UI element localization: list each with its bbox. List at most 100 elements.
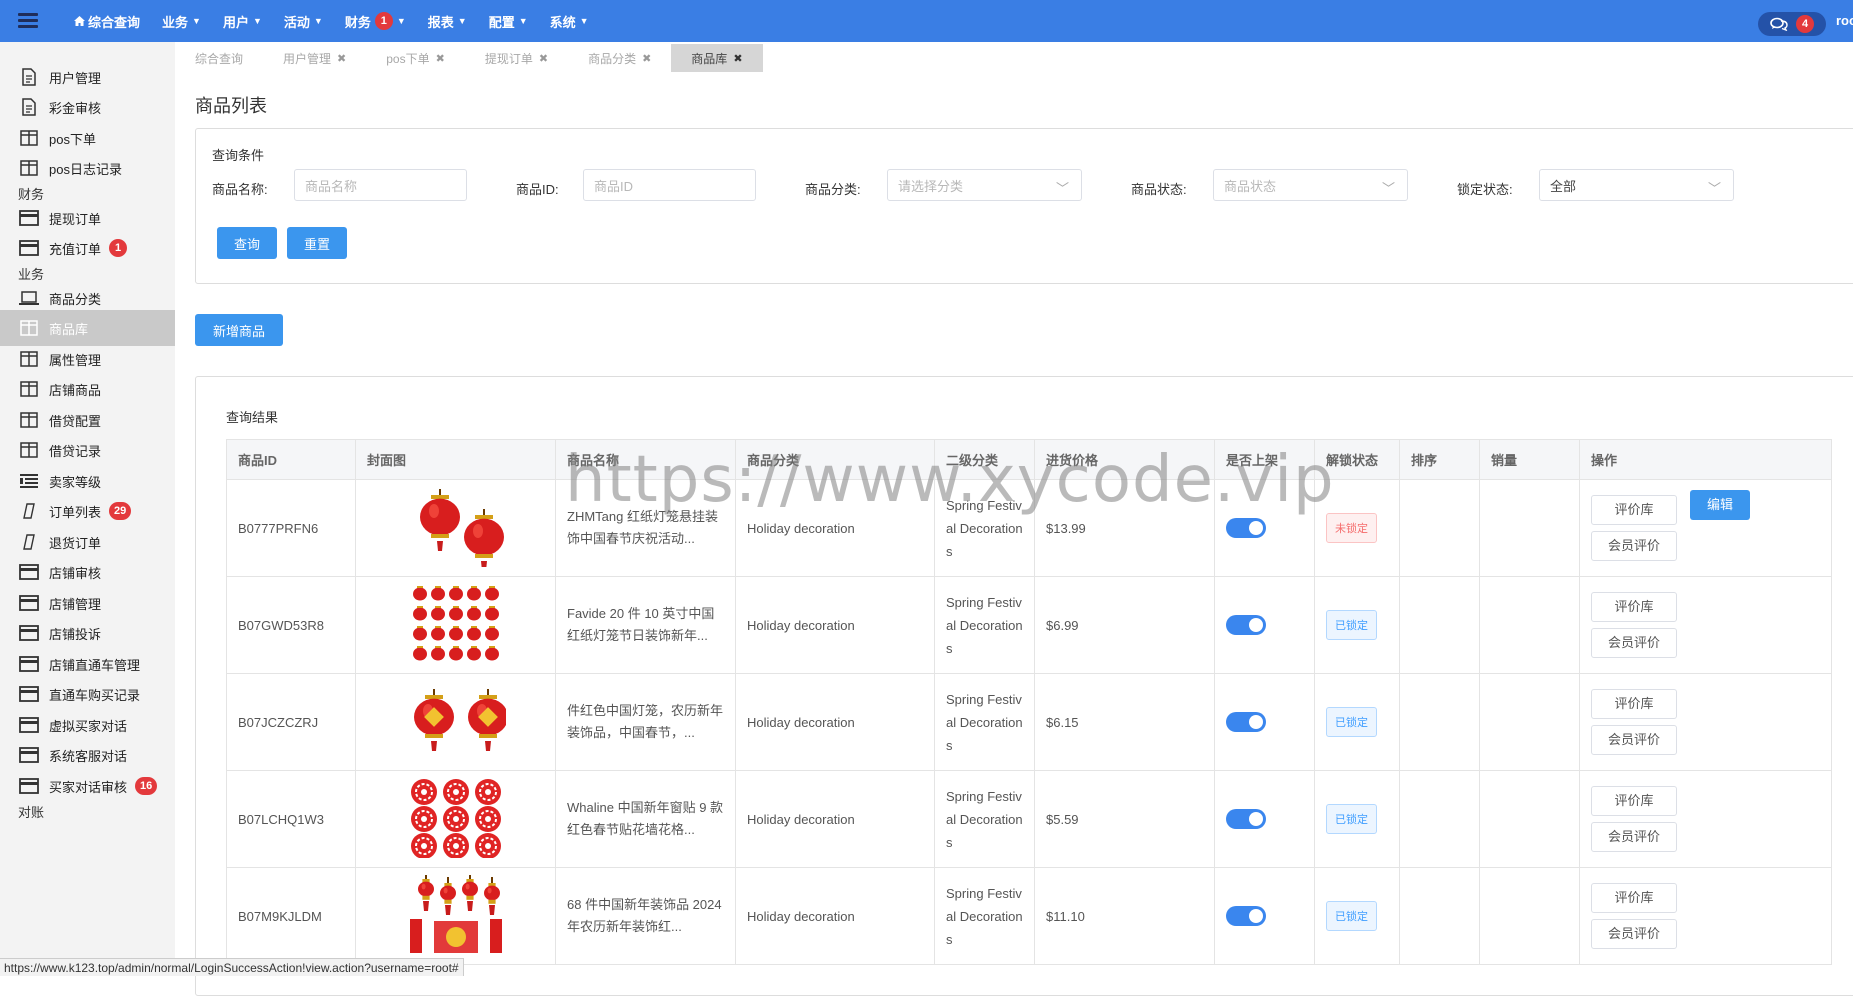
- member-review-button[interactable]: 会员评价: [1591, 531, 1677, 561]
- subcategory-cell: Spring Festival Decorations: [934, 576, 1035, 674]
- lock-status-tag: 已锁定: [1326, 804, 1377, 834]
- close-icon[interactable]: ✖: [436, 52, 445, 65]
- close-icon[interactable]: ✖: [539, 52, 548, 65]
- review-library-button[interactable]: 评价库: [1591, 786, 1677, 816]
- price-cell: $11.10: [1034, 867, 1215, 965]
- laptop-icon: [18, 289, 40, 307]
- card-icon: [18, 655, 40, 673]
- edit-button[interactable]: 编辑: [1690, 490, 1750, 520]
- product-id-input[interactable]: 商品ID: [583, 169, 756, 201]
- nav-item-overview[interactable]: 综合查询: [74, 12, 140, 31]
- card-icon: [18, 209, 40, 227]
- subcategory-text: Spring Festival Decorations: [946, 788, 1023, 850]
- category-cell: Holiday decoration: [735, 673, 935, 771]
- sidebar-item[interactable]: 买家对话审核 16: [0, 768, 175, 804]
- sidebar-item-label: pos下单: [49, 131, 96, 147]
- listed-toggle[interactable]: [1226, 906, 1266, 926]
- page-tab[interactable]: 商品分类 ✖: [568, 44, 671, 72]
- results-title: 查询结果: [226, 410, 279, 425]
- member-review-button[interactable]: 会员评价: [1591, 725, 1677, 755]
- price-cell: $6.15: [1034, 673, 1215, 771]
- nav-item-business[interactable]: 业务 ▼: [162, 12, 201, 31]
- page-tab[interactable]: pos下单 ✖: [366, 44, 465, 72]
- product-name-cell: 件红色中国灯笼，农历新年装饰品，中国春节，...: [555, 673, 736, 771]
- chat-bubbles-icon: [1770, 17, 1788, 31]
- sales-cell: [1479, 576, 1580, 674]
- status-bar-url: https://www.k123.top/admin/normal/LoginS…: [0, 958, 464, 976]
- reset-button[interactable]: 重置: [287, 227, 347, 259]
- lock-status-select[interactable]: 全部 ﹀: [1539, 169, 1734, 201]
- nav-item-finance[interactable]: 财务 1 ▼: [345, 12, 406, 31]
- caret-down-icon: ▼: [579, 16, 589, 26]
- sidebar-item-label: 店铺商品: [49, 382, 102, 398]
- sales-cell: [1479, 479, 1580, 577]
- close-icon[interactable]: ✖: [733, 52, 742, 65]
- member-review-button[interactable]: 会员评价: [1591, 628, 1677, 658]
- sidebar-item[interactable]: pos日志记录: [0, 150, 175, 186]
- review-library-button[interactable]: 评价库: [1591, 592, 1677, 622]
- listed-cell: [1214, 770, 1315, 868]
- close-icon[interactable]: ✖: [337, 52, 346, 65]
- listed-toggle[interactable]: [1226, 615, 1266, 635]
- nav-item-system[interactable]: 系统 ▼: [550, 12, 589, 31]
- sort-cell: [1399, 673, 1480, 771]
- sidebar-item[interactable]: 充值订单 1: [0, 230, 175, 266]
- category-cell: Holiday decoration: [735, 770, 935, 868]
- member-review-button[interactable]: 会员评价: [1591, 919, 1677, 949]
- category-select-value: 请选择分类: [898, 178, 964, 194]
- sort-cell: [1399, 770, 1480, 868]
- sidebar-item-label: 店铺审核: [49, 565, 102, 581]
- messages-badge: 4: [1796, 15, 1814, 33]
- product-name-label: 商品名称:: [212, 182, 268, 197]
- lock-status-cell: 已锁定: [1314, 673, 1400, 771]
- product-category-select[interactable]: 请选择分类 ﹀: [887, 169, 1082, 201]
- nav-item-reports[interactable]: 报表 ▼: [428, 12, 467, 31]
- add-product-button[interactable]: 新增商品: [195, 314, 283, 346]
- review-library-button[interactable]: 评价库: [1591, 689, 1677, 719]
- close-icon[interactable]: ✖: [642, 52, 651, 65]
- product-id-cell: B07M9KJLDM: [226, 867, 356, 965]
- lock-status-cell: 已锁定: [1314, 867, 1400, 965]
- nav-item-label: 财务: [344, 14, 371, 30]
- category-cell: Holiday decoration: [735, 576, 935, 674]
- columns-icon: [18, 159, 40, 177]
- page-tab[interactable]: 用户管理 ✖: [263, 44, 366, 72]
- column-header: 排序: [1399, 439, 1480, 480]
- subcategory-cell: Spring Festival Decorations: [934, 673, 1035, 771]
- lock-status-cell: 已锁定: [1314, 576, 1400, 674]
- menu-toggle-button[interactable]: [0, 0, 56, 42]
- card-icon: [18, 239, 40, 257]
- review-library-button[interactable]: 评价库: [1591, 495, 1677, 525]
- product-id-cell: B07JCZCZRJ: [226, 673, 356, 771]
- listed-toggle[interactable]: [1226, 712, 1266, 732]
- actions-cell: 评价库 会员评价: [1579, 867, 1832, 965]
- nav-item-users[interactable]: 用户 ▼: [223, 12, 262, 31]
- lock-status-tag: 已锁定: [1326, 707, 1377, 737]
- page-tab[interactable]: 商品库 ✖: [671, 44, 763, 72]
- member-review-button[interactable]: 会员评价: [1591, 822, 1677, 852]
- chevron-down-icon: ﹀: [1055, 181, 1069, 196]
- listed-toggle[interactable]: [1226, 518, 1266, 538]
- sort-cell: [1399, 479, 1480, 577]
- subcategory-text: Spring Festival Decorations: [946, 885, 1023, 947]
- product-thumbnail: [367, 778, 544, 861]
- page-tab[interactable]: 综合查询: [175, 44, 263, 72]
- nav-item-config[interactable]: 配置 ▼: [489, 12, 528, 31]
- price-cell: $6.99: [1034, 576, 1215, 674]
- nav-item-activity[interactable]: 活动 ▼: [284, 12, 323, 31]
- search-button[interactable]: 查询: [217, 227, 277, 259]
- sidebar-item-label: 虚拟买家对话: [49, 718, 128, 734]
- product-name-input[interactable]: 商品名称: [294, 169, 467, 201]
- listed-toggle[interactable]: [1226, 809, 1266, 829]
- sidebar-item-label: 借贷配置: [49, 413, 102, 429]
- page-tab[interactable]: 提现订单 ✖: [465, 44, 568, 72]
- messages-button[interactable]: 4: [1758, 12, 1826, 36]
- cover-image-cell: [355, 576, 556, 674]
- card-icon: [18, 685, 40, 703]
- product-status-select[interactable]: 商品状态 ﹀: [1213, 169, 1408, 201]
- review-library-button[interactable]: 评价库: [1591, 883, 1677, 913]
- user-menu[interactable]: roo: [1836, 13, 1853, 28]
- product-name-text: Favide 20 件 10 英寸中国红纸灯笼节日装饰新年...: [567, 606, 715, 643]
- cover-image-cell: [355, 673, 556, 771]
- sidebar-item-label: 直通车购买记录: [49, 687, 141, 703]
